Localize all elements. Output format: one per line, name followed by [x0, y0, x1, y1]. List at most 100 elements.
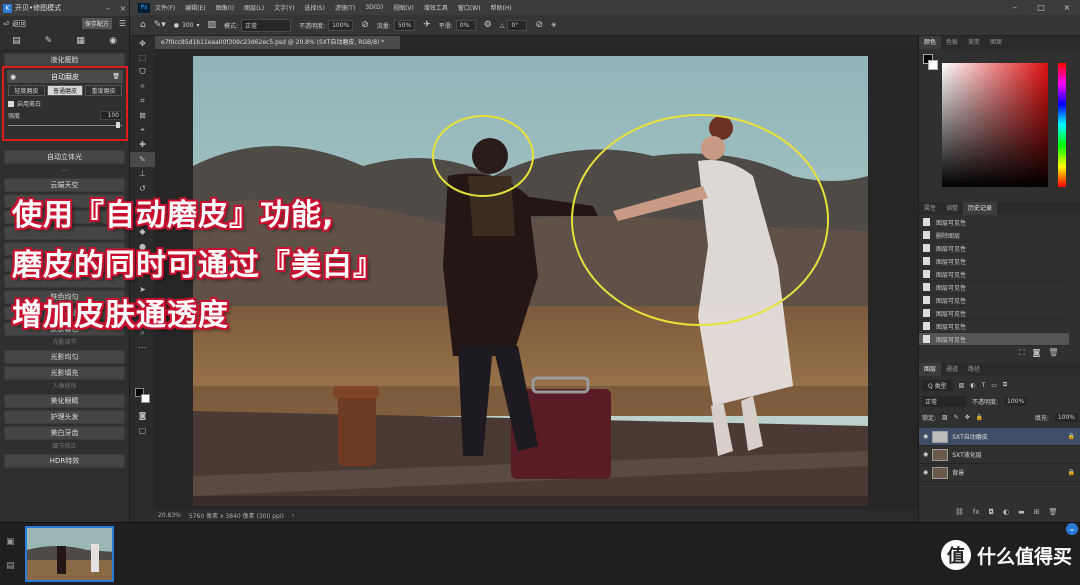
slider-knob[interactable] [116, 122, 120, 128]
marquee-tool-icon[interactable]: ⬚ [130, 51, 155, 66]
tab-gradients[interactable]: 渐变 [963, 36, 985, 49]
tab-history[interactable]: 历史记录 [963, 202, 998, 215]
menu-select[interactable]: 选择(S) [304, 3, 325, 12]
whitening-checkbox[interactable] [8, 100, 14, 107]
lock-all-icon[interactable]: 🔒 [976, 414, 983, 421]
tab-swatches[interactable]: 色板 [941, 36, 963, 49]
filter-smart-icon[interactable]: ⧉ [1003, 381, 1007, 389]
filter-pixel-icon[interactable]: ▧ [959, 382, 965, 389]
delete-layer-icon[interactable]: 🗑 [1049, 508, 1058, 516]
lock-move-icon[interactable]: ✥ [965, 414, 970, 421]
visibility-eye-icon[interactable]: ◉ [10, 73, 16, 81]
layer-row[interactable]: ◉ 背景 🔒 [919, 464, 1080, 482]
eyedropper-tool-icon[interactable]: ⌖ [130, 123, 155, 138]
history-item[interactable]: 图层可见性 [919, 255, 1069, 268]
move-tool-icon[interactable]: ✥ [130, 36, 155, 51]
mode-select[interactable]: 正常 [241, 18, 292, 32]
hdr-effect-button[interactable]: HDR特效 [4, 454, 125, 468]
fill-input[interactable]: 100% [1054, 412, 1078, 422]
history-item[interactable]: 删除图层 [919, 229, 1069, 242]
trash-icon[interactable]: 🗑 [1048, 348, 1058, 358]
stack-icon[interactable]: ▦ [76, 36, 85, 46]
menu-help[interactable]: 帮助(H) [491, 3, 512, 12]
stamp-tool-icon[interactable]: ⊥ [130, 167, 155, 182]
auto-smooth-row[interactable]: ◉ 自动磨皮 🗑 [7, 70, 123, 83]
window-maximize-icon[interactable]: □ [1028, 3, 1054, 12]
history-item[interactable]: 图层可见性 [919, 242, 1069, 255]
strength-slider[interactable] [8, 122, 122, 128]
brush-settings-icon[interactable]: ✎ [45, 36, 53, 46]
adjustment-layer-icon[interactable]: ◐ [1003, 508, 1009, 516]
hue-slider[interactable] [1058, 63, 1066, 187]
layer-opacity-input[interactable]: 100% [1004, 396, 1028, 406]
tab-patterns[interactable]: 图案 [985, 36, 1007, 49]
airbrush-icon[interactable]: ✈ [423, 20, 431, 30]
beautify-eyes-button[interactable]: 美化眼睛 [4, 394, 125, 408]
brush-preset-picker[interactable]: ● 300 ▾ [174, 22, 200, 29]
layer-row[interactable]: ◉ SXT液化层 [919, 446, 1080, 464]
hamburger-menu-icon[interactable]: ☰ [119, 19, 126, 28]
layer-visibility-icon[interactable]: ◉ [923, 469, 928, 476]
eye-icon[interactable]: ◉ [109, 36, 117, 46]
flow-input[interactable]: 50% [393, 19, 416, 31]
snapshot-icon[interactable]: ⛶ [1019, 348, 1025, 358]
menu-edit[interactable]: 编辑(E) [185, 3, 205, 12]
tab-normal-smooth[interactable]: 普通磨皮 [46, 85, 84, 96]
history-item[interactable]: 图层可见性 [919, 294, 1069, 307]
light-fill-button[interactable]: 光影填充 [4, 366, 125, 380]
fx-icon[interactable]: fx [973, 508, 980, 516]
history-item[interactable]: 图层可见性 [919, 216, 1069, 229]
tab-heavy-smooth[interactable]: 重度磨皮 [85, 85, 123, 96]
minimize-icon[interactable]: – [102, 4, 114, 13]
tab-paths[interactable]: 路径 [963, 363, 985, 376]
history-item-current[interactable]: 图层可见性 [919, 333, 1069, 346]
delete-icon[interactable]: 🗑 [112, 73, 120, 80]
color-field[interactable] [942, 63, 1048, 187]
camera-icon[interactable]: ◙ [1033, 348, 1041, 358]
angle-input[interactable]: 0° [507, 19, 528, 31]
lock-paint-icon[interactable]: ✎ [954, 414, 959, 421]
menu-plugins[interactable]: 增效工具 [424, 3, 448, 12]
brush-panel-icon[interactable]: ▨ [208, 20, 217, 30]
smoothing-settings-icon[interactable]: ⚙ [484, 20, 492, 30]
filter-shape-icon[interactable]: ▭ [991, 382, 997, 389]
menu-image[interactable]: 图像(I) [216, 3, 234, 12]
menu-filter[interactable]: 滤镜(T) [335, 3, 355, 12]
symmetry-icon[interactable]: ⚹ [551, 20, 556, 30]
screen-mode-icon[interactable]: ▢ [130, 423, 155, 438]
menu-3d[interactable]: 3D(D) [365, 4, 383, 11]
brush-tool-icon-active[interactable]: ✎ [130, 152, 155, 167]
tab-properties[interactable]: 属性 [919, 202, 941, 215]
lasso-tool-icon[interactable]: ᗜ [130, 65, 155, 80]
back-button[interactable]: 返回 [12, 19, 26, 29]
layer-kind-select[interactable]: Q 类型 [922, 379, 953, 391]
opacity-input[interactable]: 100% [328, 19, 354, 31]
menu-file[interactable]: 文件(F) [155, 3, 175, 12]
save-recipe-button[interactable]: 保存配方 [81, 18, 112, 29]
brush-tool-icon[interactable]: ✎▾ [154, 20, 166, 30]
home-icon[interactable]: ⌂ [140, 20, 146, 30]
liquify-face-button[interactable]: 液化瘦脸 [4, 53, 125, 67]
link-layers-icon[interactable]: ⛓ [955, 508, 964, 516]
teeth-whiten-button[interactable]: 美白牙齿 [4, 426, 125, 440]
add-mask-icon[interactable]: ◘ [989, 508, 995, 516]
pressure-opacity-icon[interactable]: ⊘ [361, 20, 369, 30]
light-even-button[interactable]: 光影均匀 [4, 350, 125, 364]
smoothing-input[interactable]: 0% [455, 19, 476, 31]
window-minimize-icon[interactable]: – [1002, 3, 1028, 12]
menu-type[interactable]: 文字(Y) [274, 3, 294, 12]
quick-mask-icon[interactable]: ◙ [130, 408, 155, 423]
strength-input[interactable]: 100 [100, 111, 122, 120]
filmstrip-collapse-icon[interactable]: ⌄ [1066, 523, 1078, 535]
history-item[interactable]: 图层可见性 [919, 307, 1069, 320]
status-more-icon[interactable]: › [292, 512, 294, 519]
background-color-swatch[interactable] [141, 394, 150, 403]
filmstrip-thumbnail[interactable] [25, 526, 114, 582]
layer-visibility-icon[interactable]: ◉ [923, 433, 928, 440]
filter-type-icon[interactable]: T [982, 382, 986, 389]
tab-light-smooth[interactable]: 轻度磨皮 [8, 85, 45, 96]
tab-color[interactable]: 颜色 [919, 36, 942, 49]
tab-layers[interactable]: 图层 [919, 363, 942, 376]
filter-adjust-icon[interactable]: ◐ [970, 382, 975, 389]
group-icon[interactable]: ▬ [1018, 508, 1025, 516]
